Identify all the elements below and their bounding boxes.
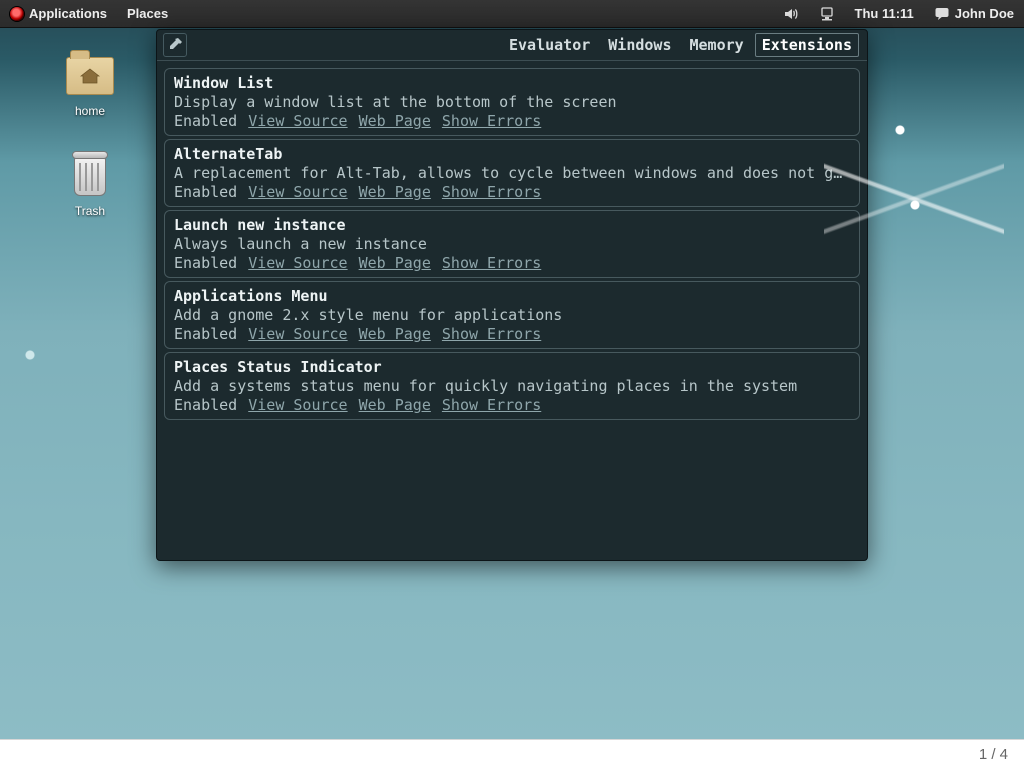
extension-description: Add a gnome 2.x style menu for applicati… bbox=[174, 306, 850, 324]
tab-extensions[interactable]: Extensions bbox=[755, 33, 859, 57]
eyedropper-icon bbox=[167, 37, 183, 53]
footer-bar: 1 / 4 bbox=[0, 739, 1024, 768]
extensions-list: Window List Display a window list at the… bbox=[157, 61, 867, 430]
desktop-icon-home[interactable]: home bbox=[50, 52, 130, 118]
network-indicator[interactable] bbox=[809, 0, 845, 27]
looking-glass-panel: Evaluator Windows Memory Extensions Wind… bbox=[156, 29, 868, 561]
top-panel: Applications Places Thu 11:11 John Doe bbox=[0, 0, 1024, 28]
extension-title: Applications Menu bbox=[174, 287, 850, 305]
desktop-icon-home-label: home bbox=[50, 104, 130, 118]
distro-logo-icon bbox=[10, 7, 24, 21]
menu-applications-label: Applications bbox=[29, 0, 107, 27]
extension-item: Places Status Indicator Add a systems st… bbox=[164, 352, 860, 420]
desktop-icon-trash-label: Trash bbox=[50, 204, 130, 218]
page-indicator: 1 / 4 bbox=[979, 746, 1008, 763]
extension-item: Applications Menu Add a gnome 2.x style … bbox=[164, 281, 860, 349]
menu-applications[interactable]: Applications bbox=[0, 0, 117, 27]
user-name-label: John Doe bbox=[955, 0, 1014, 27]
menu-places-label: Places bbox=[127, 0, 168, 27]
tab-memory[interactable]: Memory bbox=[683, 33, 751, 57]
tab-evaluator[interactable]: Evaluator bbox=[502, 33, 597, 57]
extension-view-source-link[interactable]: View Source bbox=[248, 112, 347, 130]
extension-view-source-link[interactable]: View Source bbox=[248, 183, 347, 201]
extension-description: Always launch a new instance bbox=[174, 235, 850, 253]
extension-view-source-link[interactable]: View Source bbox=[248, 396, 347, 414]
extension-title: Places Status Indicator bbox=[174, 358, 850, 376]
extension-status: Enabled bbox=[174, 112, 237, 130]
extension-view-source-link[interactable]: View Source bbox=[248, 254, 347, 272]
extension-item: Launch new instance Always launch a new … bbox=[164, 210, 860, 278]
chat-availability-icon bbox=[934, 6, 950, 22]
extension-show-errors-link[interactable]: Show Errors bbox=[442, 325, 541, 343]
extension-item: Window List Display a window list at the… bbox=[164, 68, 860, 136]
extension-web-page-link[interactable]: Web Page bbox=[359, 325, 431, 343]
extension-show-errors-link[interactable]: Show Errors bbox=[442, 183, 541, 201]
extension-show-errors-link[interactable]: Show Errors bbox=[442, 254, 541, 272]
clock[interactable]: Thu 11:11 bbox=[845, 0, 924, 27]
tab-windows[interactable]: Windows bbox=[601, 33, 678, 57]
volume-indicator[interactable] bbox=[773, 0, 809, 27]
extension-show-errors-link[interactable]: Show Errors bbox=[442, 396, 541, 414]
desktop-icon-trash[interactable]: Trash bbox=[50, 152, 130, 218]
extension-item: AlternateTab A replacement for Alt-Tab, … bbox=[164, 139, 860, 207]
extension-description: Display a window list at the bottom of t… bbox=[174, 93, 850, 111]
extension-title: Launch new instance bbox=[174, 216, 850, 234]
desktop: Applications Places Thu 11:11 John Doe h… bbox=[0, 0, 1024, 740]
inspector-tool-button[interactable] bbox=[163, 33, 187, 57]
extension-web-page-link[interactable]: Web Page bbox=[359, 183, 431, 201]
folder-home-icon bbox=[66, 52, 114, 100]
extension-title: Window List bbox=[174, 74, 850, 92]
extension-description: A replacement for Alt-Tab, allows to cyc… bbox=[174, 164, 850, 182]
clock-label: Thu 11:11 bbox=[855, 0, 914, 27]
trash-icon bbox=[66, 152, 114, 200]
extension-view-source-link[interactable]: View Source bbox=[248, 325, 347, 343]
extension-show-errors-link[interactable]: Show Errors bbox=[442, 112, 541, 130]
volume-icon bbox=[783, 6, 799, 22]
network-icon bbox=[819, 6, 835, 22]
extension-web-page-link[interactable]: Web Page bbox=[359, 112, 431, 130]
extension-web-page-link[interactable]: Web Page bbox=[359, 254, 431, 272]
extension-description: Add a systems status menu for quickly na… bbox=[174, 377, 850, 395]
extension-web-page-link[interactable]: Web Page bbox=[359, 396, 431, 414]
extension-status: Enabled bbox=[174, 254, 237, 272]
menu-places[interactable]: Places bbox=[117, 0, 178, 27]
user-menu[interactable]: John Doe bbox=[924, 0, 1024, 27]
extension-status: Enabled bbox=[174, 396, 237, 414]
looking-glass-tabbar: Evaluator Windows Memory Extensions bbox=[157, 30, 867, 61]
extension-title: AlternateTab bbox=[174, 145, 850, 163]
extension-status: Enabled bbox=[174, 183, 237, 201]
extension-status: Enabled bbox=[174, 325, 237, 343]
